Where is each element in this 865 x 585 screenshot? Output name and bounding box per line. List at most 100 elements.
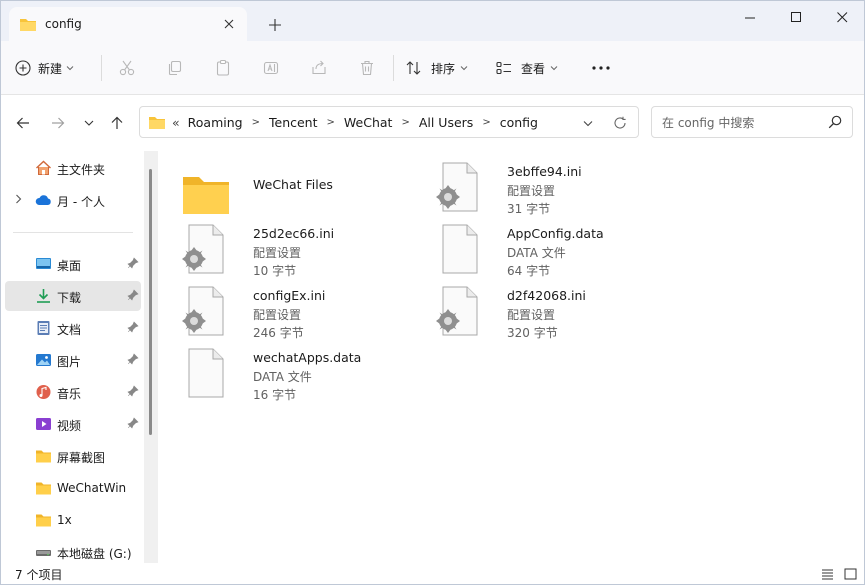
file-name: 3ebffe94.ini bbox=[507, 164, 582, 179]
rename-button[interactable] bbox=[257, 54, 285, 82]
file-type: 配置设置 bbox=[507, 308, 556, 322]
sidebar-item-label: 下载 bbox=[57, 291, 82, 305]
breadcrumb-wechat[interactable]: WeChat bbox=[344, 115, 393, 130]
cut-button[interactable] bbox=[113, 54, 141, 82]
breadcrumb-overflow[interactable]: « bbox=[172, 115, 180, 130]
sidebar-item-desktop[interactable]: 桌面 bbox=[5, 249, 141, 279]
file-item-configex-ini[interactable]: configEx.ini 配置设置 246 字节 bbox=[181, 285, 421, 341]
tiles-view-button[interactable] bbox=[842, 566, 858, 582]
file-item-wechatapps-data[interactable]: wechatApps.data DATA 文件 16 字节 bbox=[181, 347, 421, 403]
breadcrumb-config[interactable]: config bbox=[500, 115, 538, 130]
sidebar-item-label: 视频 bbox=[57, 419, 82, 433]
sidebar-item-pictures[interactable]: 图片 bbox=[5, 345, 141, 375]
toolbar-divider bbox=[393, 55, 394, 81]
sidebar-item-label: WeChatWin bbox=[57, 481, 127, 495]
new-button-label: 新建 bbox=[38, 61, 63, 76]
recent-locations-button[interactable] bbox=[78, 112, 100, 134]
sidebar-item-downloads[interactable]: 下载 bbox=[5, 281, 141, 311]
up-button[interactable] bbox=[106, 112, 128, 134]
view-button-label: 查看 bbox=[521, 61, 546, 76]
file-size: 320 字节 bbox=[507, 326, 558, 340]
arrow-right-icon bbox=[52, 117, 65, 129]
search-icon[interactable] bbox=[828, 115, 842, 132]
file-item-wechat-files[interactable]: WeChat Files bbox=[181, 165, 421, 221]
sidebar-item-label: 桌面 bbox=[57, 259, 82, 273]
folder-icon bbox=[20, 19, 36, 31]
pin-icon[interactable] bbox=[127, 417, 139, 429]
sidebar-item-label: 月 - 个人 bbox=[57, 195, 105, 209]
command-bar: 新建 排序 查看 bbox=[1, 41, 864, 95]
copy-icon bbox=[168, 60, 182, 76]
breadcrumb-separator[interactable]: > bbox=[401, 117, 409, 128]
sidebar-item-label: 本地磁盘 (G:) bbox=[57, 547, 132, 561]
minimize-button[interactable] bbox=[727, 1, 773, 33]
more-options-button[interactable] bbox=[587, 54, 615, 82]
sidebar-item-home[interactable]: 主文件夹 bbox=[5, 153, 141, 183]
delete-button[interactable] bbox=[353, 54, 381, 82]
sidebar-item-videos[interactable]: 视频 bbox=[5, 409, 141, 439]
plus-icon bbox=[269, 19, 281, 31]
status-bar: 7 个项目 bbox=[1, 563, 864, 584]
breadcrumb-tencent[interactable]: Tencent bbox=[269, 115, 318, 130]
sort-button-label: 排序 bbox=[431, 61, 456, 76]
maximize-button[interactable] bbox=[773, 1, 819, 33]
view-button[interactable]: 查看 bbox=[495, 54, 565, 82]
file-name: WeChat Files bbox=[253, 177, 333, 192]
sidebar-item-1x[interactable]: 1x bbox=[5, 505, 141, 535]
pin-icon[interactable] bbox=[127, 257, 139, 269]
scrollbar-thumb[interactable] bbox=[149, 169, 152, 435]
refresh-button[interactable] bbox=[610, 113, 630, 133]
navigation-pane: 主文件夹 月 - 个人 桌面 下载 文档 图片 音乐 视频 屏幕截图 WeCha… bbox=[1, 151, 158, 563]
copy-button[interactable] bbox=[161, 54, 189, 82]
tab-config[interactable]: config bbox=[9, 7, 247, 41]
breadcrumb-roaming[interactable]: Roaming bbox=[188, 115, 243, 130]
sidebar-item-screenshots[interactable]: 屏幕截图 bbox=[5, 441, 141, 471]
pin-icon[interactable] bbox=[127, 385, 139, 397]
pin-icon[interactable] bbox=[127, 289, 139, 301]
chevron-down-icon bbox=[460, 66, 468, 71]
config-file-icon bbox=[182, 224, 224, 274]
sidebar-item-onedrive[interactable]: 月 - 个人 bbox=[5, 185, 141, 215]
pictures-icon bbox=[36, 354, 51, 366]
close-tab-icon[interactable] bbox=[219, 14, 239, 34]
home-icon bbox=[36, 160, 51, 175]
sidebar-item-music[interactable]: 音乐 bbox=[5, 377, 141, 407]
file-item-d2f42068-ini[interactable]: d2f42068.ini 配置设置 320 字节 bbox=[435, 285, 675, 341]
navigation-scrollbar[interactable] bbox=[144, 151, 158, 563]
onedrive-cloud-icon bbox=[35, 195, 51, 205]
documents-icon bbox=[37, 321, 50, 335]
sidebar-item-label: 音乐 bbox=[57, 387, 82, 401]
address-bar[interactable]: « Roaming > Tencent > WeChat > All Users… bbox=[139, 106, 639, 138]
paste-button[interactable] bbox=[209, 54, 237, 82]
details-view-button[interactable] bbox=[819, 566, 835, 582]
pin-icon[interactable] bbox=[127, 321, 139, 333]
breadcrumb-separator[interactable]: > bbox=[327, 117, 335, 128]
forward-button[interactable] bbox=[47, 112, 69, 134]
config-file-icon bbox=[436, 286, 478, 336]
folder-icon bbox=[183, 177, 229, 214]
breadcrumb-all-users[interactable]: All Users bbox=[419, 115, 473, 130]
sidebar-item-wechatwin[interactable]: WeChatWin bbox=[5, 473, 141, 503]
sidebar-item-documents[interactable]: 文档 bbox=[5, 313, 141, 343]
file-item-appconfig-data[interactable]: AppConfig.data DATA 文件 64 字节 bbox=[435, 223, 675, 279]
file-name: d2f42068.ini bbox=[507, 288, 586, 303]
chevron-down-icon bbox=[84, 120, 94, 126]
share-icon bbox=[312, 60, 326, 75]
close-window-button[interactable] bbox=[819, 1, 864, 33]
file-item-3ebffe94-ini[interactable]: 3ebffe94.ini 配置设置 31 字节 bbox=[435, 161, 675, 217]
file-name: 25d2ec66.ini bbox=[253, 226, 335, 241]
search-input[interactable]: 在 config 中搜索 bbox=[651, 106, 853, 138]
new-tab-button[interactable] bbox=[263, 13, 287, 37]
music-icon bbox=[36, 385, 51, 399]
breadcrumb-separator[interactable]: > bbox=[482, 117, 490, 128]
share-button[interactable] bbox=[305, 54, 333, 82]
back-button[interactable] bbox=[12, 112, 34, 134]
address-dropdown-button[interactable] bbox=[578, 113, 598, 133]
file-item-25d2ec66-ini[interactable]: 25d2ec66.ini 配置设置 10 字节 bbox=[181, 223, 421, 279]
pin-icon[interactable] bbox=[127, 353, 139, 365]
folder-icon bbox=[36, 514, 51, 527]
file-list: WeChat Files 3ebffe94.ini 配置设置 31 字节 25d… bbox=[161, 151, 864, 563]
new-button[interactable]: 新建 bbox=[15, 54, 91, 82]
sort-button[interactable]: 排序 bbox=[405, 54, 475, 82]
breadcrumb-separator[interactable]: > bbox=[252, 117, 260, 128]
